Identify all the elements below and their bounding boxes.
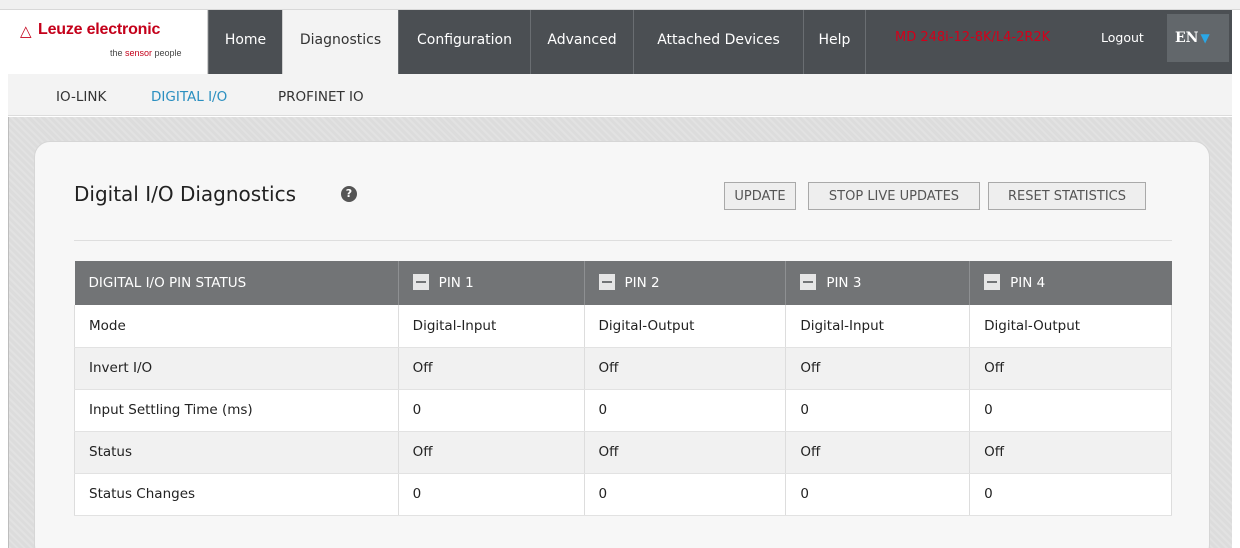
tagline-prefix: the	[110, 48, 126, 58]
pin-header: PIN 4	[969, 261, 1172, 305]
row-label: Status Changes	[74, 473, 399, 516]
pin-header: PIN 2	[584, 261, 787, 305]
table-cell: Digital-Output	[969, 305, 1172, 348]
table-cell: Digital-Output	[584, 305, 787, 348]
table-cell: 0	[785, 389, 971, 432]
update-button[interactable]: UPDATE	[724, 182, 796, 210]
row-label: Input Settling Time (ms)	[74, 389, 399, 432]
nav-home-label: Home	[224, 32, 267, 48]
main-nav: Home Diagnostics Configuration Advanced …	[208, 10, 866, 74]
subnav-digital-io[interactable]: DIGITAL I/O	[151, 89, 227, 105]
table-header-label: DIGITAL I/O PIN STATUS	[74, 261, 399, 305]
help-icon[interactable]: ?	[341, 186, 357, 202]
tagline-suffix: people	[152, 48, 182, 58]
collapse-icon[interactable]	[598, 274, 615, 290]
table-cell: Off	[969, 431, 1172, 474]
brand-tagline: the sensor people	[110, 48, 182, 58]
table-row: Status Off Off Off Off	[74, 431, 1172, 474]
nav-configuration-label: Configuration	[417, 32, 512, 48]
pin-label: PIN 2	[624, 275, 660, 291]
nav-advanced[interactable]: Advanced	[530, 10, 633, 74]
brand-name: Leuze electronic	[38, 21, 161, 38]
table-cell: 0	[785, 473, 971, 516]
nav-separator	[865, 10, 866, 74]
subnav-profinet-io[interactable]: PROFINET IO	[278, 89, 364, 105]
table-cell: Off	[785, 431, 971, 474]
pin-status-table: DIGITAL I/O PIN STATUS PIN 1 PIN 2 PIN 3…	[74, 261, 1172, 516]
table-cell: Digital-Input	[785, 305, 971, 348]
nav-advanced-label: Advanced	[547, 32, 617, 48]
table-row: Mode Digital-Input Digital-Output Digita…	[74, 305, 1172, 348]
table-cell: 0	[969, 389, 1172, 432]
collapse-icon[interactable]	[412, 274, 429, 290]
collapse-icon[interactable]	[800, 274, 817, 290]
nav-help-label: Help	[818, 32, 851, 48]
subnav-io-link[interactable]: IO-LINK	[56, 89, 106, 105]
nav-home[interactable]: Home	[208, 10, 282, 74]
table-cell: 0	[584, 473, 787, 516]
device-name: MD 248i-12-8K/L4-2R2K	[895, 30, 1051, 45]
browser-top-strip	[0, 0, 1240, 10]
table-cell: Off	[584, 347, 787, 390]
table-header-row: DIGITAL I/O PIN STATUS PIN 1 PIN 2 PIN 3…	[74, 261, 1172, 305]
row-label: Invert I/O	[74, 347, 399, 390]
table-cell: Off	[584, 431, 787, 474]
table-cell: Digital-Input	[398, 305, 585, 348]
table-cell: 0	[969, 473, 1172, 516]
nav-configuration[interactable]: Configuration	[398, 10, 530, 74]
row-label: Status	[74, 431, 399, 474]
tagline-accent: sensor	[125, 48, 153, 58]
table-cell: 0	[584, 389, 787, 432]
table-cell: Off	[785, 347, 971, 390]
brand-logo[interactable]: △ Leuze electronic the sensor people	[8, 10, 208, 74]
language-selector[interactable]: EN ▼	[1167, 14, 1229, 62]
title-divider	[74, 240, 1172, 241]
table-cell: 0	[398, 473, 585, 516]
nav-diagnostics[interactable]: Diagnostics	[282, 10, 398, 74]
page-title: Digital I/O Diagnostics	[74, 182, 297, 206]
table-cell: Off	[398, 431, 585, 474]
dropdown-arrow-icon: ▼	[1200, 31, 1210, 45]
row-label: Mode	[74, 305, 399, 348]
logout-link[interactable]: Logout	[1101, 30, 1144, 45]
table-cell: 0	[398, 389, 585, 432]
pin-header: PIN 1	[398, 261, 585, 305]
table-row: Input Settling Time (ms) 0 0 0 0	[74, 389, 1172, 432]
leuze-logo-icon: △	[20, 22, 32, 40]
language-label: EN	[1175, 30, 1199, 46]
table-row: Status Changes 0 0 0 0	[74, 473, 1172, 516]
reset-statistics-button[interactable]: RESET STATISTICS	[988, 182, 1146, 210]
table-cell: Off	[398, 347, 585, 390]
sub-nav: IO-LINK DIGITAL I/O PROFINET IO	[8, 74, 1232, 116]
pin-label: PIN 4	[1010, 275, 1046, 291]
nav-help[interactable]: Help	[803, 10, 865, 74]
table-cell: Off	[969, 347, 1172, 390]
nav-attached-devices[interactable]: Attached Devices	[633, 10, 803, 74]
nav-diagnostics-label: Diagnostics	[299, 32, 382, 48]
pin-label: PIN 3	[826, 275, 862, 291]
pin-header: PIN 3	[785, 261, 971, 305]
table-row: Invert I/O Off Off Off Off	[74, 347, 1172, 390]
pin-label: PIN 1	[438, 275, 474, 291]
stop-live-updates-button[interactable]: STOP LIVE UPDATES	[808, 182, 980, 210]
collapse-icon[interactable]	[984, 274, 1001, 290]
nav-attached-devices-label: Attached Devices	[657, 32, 780, 48]
